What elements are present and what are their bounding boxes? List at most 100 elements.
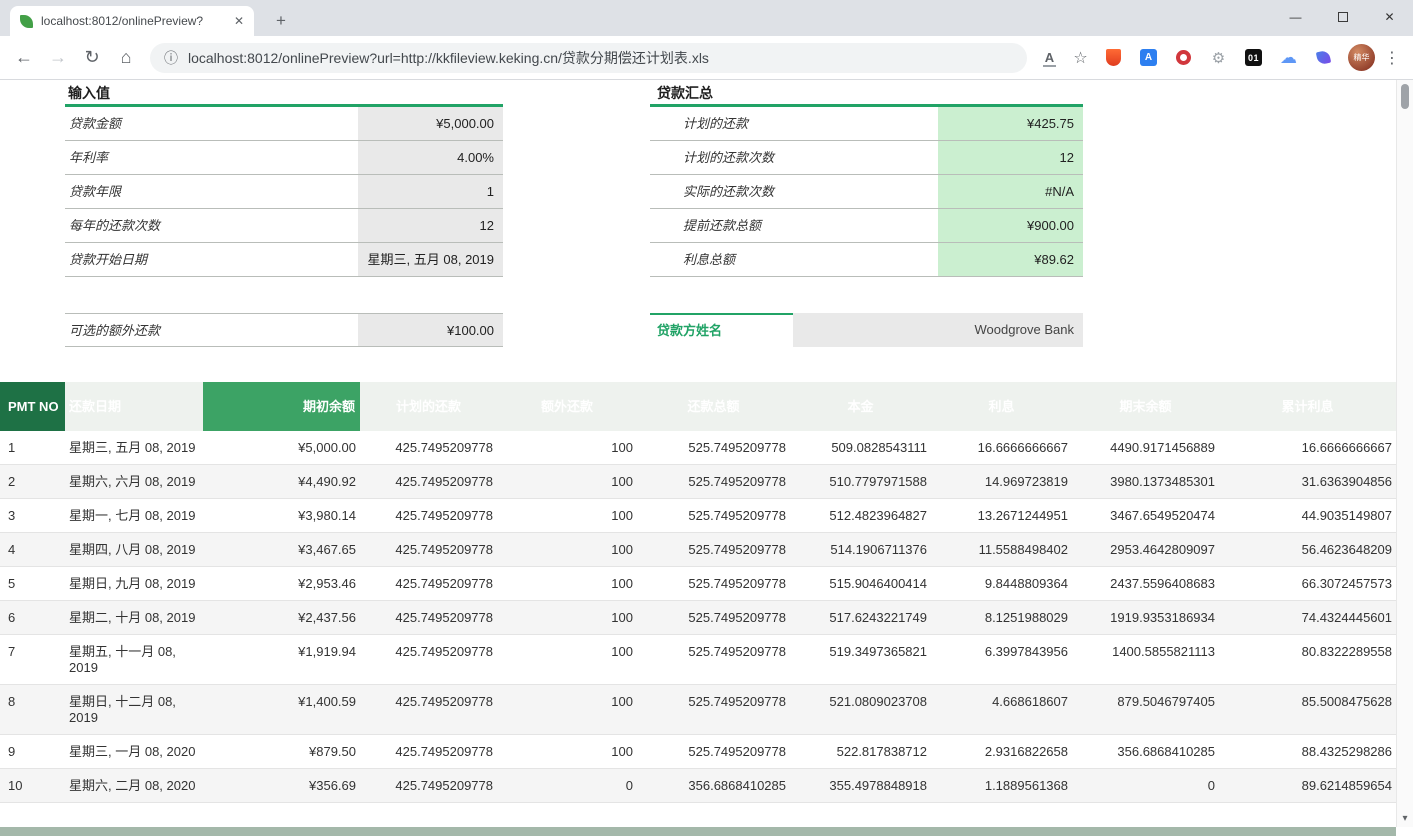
table-cell: ¥5,000.00	[203, 431, 360, 464]
browser-menu-icon[interactable]: ⋮	[1381, 48, 1403, 68]
table-cell: ¥3,980.14	[203, 499, 360, 532]
table-cell: 14.969723819	[931, 465, 1072, 498]
table-cell: 525.7495209778	[637, 567, 790, 600]
close-window-button[interactable]: ✕	[1366, 0, 1413, 33]
table-cell: ¥2,437.56	[203, 601, 360, 634]
input-panel-title: 输入值	[68, 83, 110, 103]
table-row: 4星期四, 八月 08, 2019¥3,467.65425.7495209778…	[0, 533, 1396, 567]
scroll-down-icon[interactable]: ▾	[1397, 813, 1413, 824]
summary-panel: 计划的还款¥425.75计划的还款次数12实际的还款次数#N/A提前还款总额¥9…	[650, 107, 1083, 277]
table-cell: 3980.1373485301	[1072, 465, 1219, 498]
table-cell: 85.5008475628	[1219, 685, 1396, 734]
table-cell: 9	[0, 735, 65, 768]
table-cell: ¥2,953.46	[203, 567, 360, 600]
table-cell: 星期日, 十二月 08, 2019	[65, 685, 203, 734]
table-cell: 0	[1072, 769, 1219, 802]
field-label: 提前还款总额	[650, 209, 938, 242]
close-tab-icon[interactable]: ✕	[234, 14, 244, 28]
field-value: ¥89.62	[938, 243, 1083, 276]
maximize-button[interactable]	[1319, 0, 1366, 33]
badge-01-extension-icon[interactable]: 01	[1239, 44, 1268, 72]
table-cell: ¥4,490.92	[203, 465, 360, 498]
table-cell: 9.8448809364	[931, 567, 1072, 600]
table-cell: ¥1,919.94	[203, 635, 360, 684]
field-label: 贷款年限	[65, 175, 358, 208]
new-tab-button[interactable]: +	[268, 8, 294, 34]
reload-icon[interactable]: ↻	[78, 47, 106, 68]
column-header: 累计利息	[1219, 382, 1396, 431]
panel-row: 每年的还款次数12	[65, 209, 503, 243]
scrollbar-thumb[interactable]	[1401, 84, 1409, 109]
table-cell: 510.7797971588	[790, 465, 931, 498]
column-header: 还款总额	[637, 382, 790, 431]
lender-label: 贷款方姓名	[650, 313, 793, 347]
table-cell: 88.4325298286	[1219, 735, 1396, 768]
translate-extension-icon[interactable]: A	[1134, 44, 1163, 72]
table-cell: 10	[0, 769, 65, 802]
shield-extension-icon[interactable]	[1099, 44, 1128, 72]
table-row: 8星期日, 十二月 08, 2019¥1,400.59425.749520977…	[0, 685, 1396, 735]
table-cell: 星期六, 二月 08, 2020	[65, 769, 203, 802]
kkfileview-leaf-icon	[20, 15, 33, 28]
panel-row: 计划的还款次数12	[650, 141, 1083, 175]
table-cell: 425.7495209778	[360, 465, 497, 498]
table-cell: 1400.5855821113	[1072, 635, 1219, 684]
field-value: ¥425.75	[938, 107, 1083, 140]
amortization-table-body: 1星期三, 五月 08, 2019¥5,000.00425.7495209778…	[0, 431, 1396, 803]
table-cell: 525.7495209778	[637, 499, 790, 532]
table-cell: 16.6666666667	[1219, 431, 1396, 464]
table-row: 2星期六, 六月 08, 2019¥4,490.92425.7495209778…	[0, 465, 1396, 499]
table-cell: 521.0809023708	[790, 685, 931, 734]
field-value: 12	[938, 141, 1083, 174]
table-cell: 100	[497, 567, 637, 600]
table-cell: 16.6666666667	[931, 431, 1072, 464]
field-value: ¥100.00	[358, 314, 503, 346]
table-row: 7星期五, 十一月 08, 2019¥1,919.94425.749520977…	[0, 635, 1396, 685]
translate-icon[interactable]: A	[1037, 49, 1062, 67]
maximize-icon	[1338, 12, 1348, 22]
profile-avatar[interactable]: 精华	[1348, 44, 1375, 71]
table-cell: 525.7495209778	[637, 735, 790, 768]
bookmark-star-icon[interactable]: ☆	[1068, 48, 1093, 68]
forward-icon[interactable]: →	[44, 47, 72, 68]
table-cell: 8	[0, 685, 65, 734]
table-cell: 1.1889561368	[931, 769, 1072, 802]
field-value: ¥900.00	[938, 209, 1083, 242]
address-bar[interactable]: ⓘ localhost:8012/onlinePreview?url=http:…	[150, 43, 1027, 73]
table-cell: 3467.6549520474	[1072, 499, 1219, 532]
table-cell: 4.668618607	[931, 685, 1072, 734]
column-header: 期末余额	[1072, 382, 1219, 431]
table-cell: 425.7495209778	[360, 635, 497, 684]
table-cell: 425.7495209778	[360, 601, 497, 634]
panel-row: 实际的还款次数#N/A	[650, 175, 1083, 209]
panel-row: 年利率4.00%	[65, 141, 503, 175]
field-value: 12	[358, 209, 503, 242]
table-cell: 525.7495209778	[637, 635, 790, 684]
cloud-extension-icon[interactable]: ☁	[1274, 44, 1303, 72]
field-value: 1	[358, 175, 503, 208]
field-label: 实际的还款次数	[650, 175, 938, 208]
field-value: ¥5,000.00	[358, 107, 503, 140]
table-cell: 星期一, 七月 08, 2019	[65, 499, 203, 532]
table-cell: 2437.5596408683	[1072, 567, 1219, 600]
column-header: 期初余额	[203, 382, 360, 431]
table-cell: 522.817838712	[790, 735, 931, 768]
ring-extension-icon[interactable]	[1169, 44, 1198, 72]
browser-tab[interactable]: localhost:8012/onlinePreview? ✕	[10, 6, 254, 36]
table-cell: 509.0828543111	[790, 431, 931, 464]
vertical-scrollbar[interactable]: ▾	[1396, 80, 1413, 827]
lender-value: Woodgrove Bank	[793, 313, 1083, 347]
window-controls: — ✕	[1272, 0, 1413, 33]
summary-panel-title: 贷款汇总	[657, 83, 713, 103]
field-label: 每年的还款次数	[65, 209, 358, 242]
minimize-button[interactable]: —	[1272, 0, 1319, 33]
table-cell: 44.9035149807	[1219, 499, 1396, 532]
panel-row: 计划的还款¥425.75	[650, 107, 1083, 141]
field-label: 计划的还款	[650, 107, 938, 140]
gear-extension-icon[interactable]: ⚙	[1204, 44, 1233, 72]
info-icon[interactable]: ⓘ	[164, 48, 178, 68]
home-icon[interactable]: ⌂	[112, 47, 140, 68]
bottom-scrollbar[interactable]	[0, 827, 1396, 836]
bird-extension-icon[interactable]	[1309, 44, 1338, 72]
back-icon[interactable]: ←	[10, 47, 38, 68]
